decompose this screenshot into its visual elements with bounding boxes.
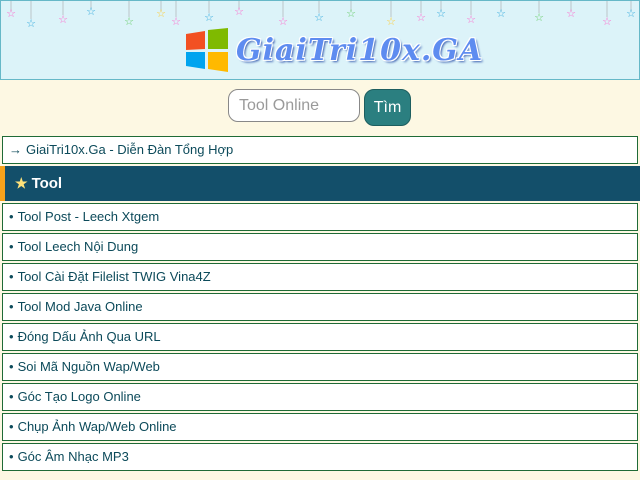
svg-text:☆: ☆ [496,7,506,20]
list-item-label[interactable]: Tool Mod Java Online [18,299,143,314]
list-item[interactable]: • Góc Tạo Logo Online [2,383,638,411]
bullet-icon: • [9,419,14,434]
site-logo[interactable]: GiaiTri10x.GA [184,25,483,75]
svg-text:☆: ☆ [416,11,426,24]
bullet-icon: • [9,269,14,284]
svg-text:☆: ☆ [26,17,36,30]
windows-logo-icon [186,28,228,72]
svg-text:☆: ☆ [6,7,16,20]
logo-text: GiaiTri10x.GA [236,32,484,68]
star-icon: ★ [15,175,28,191]
bullet-icon: • [9,239,14,254]
svg-text:☆: ☆ [314,11,324,24]
right-arrow-icon: → [9,142,22,157]
list-item-label[interactable]: Soi Mã Nguồn Wap/Web [18,359,160,374]
breadcrumb[interactable]: → GiaiTri10x.Ga - Diễn Đàn Tổng Hợp [2,136,638,164]
list-item[interactable]: • Chụp Ảnh Wap/Web Online [2,413,638,441]
search-input[interactable] [228,89,360,122]
list-item[interactable]: • Đóng Dấu Ảnh Qua URL [2,323,638,351]
section-title: Tool [31,175,63,192]
bullet-icon: • [9,329,14,344]
list-item-label[interactable]: Góc Âm Nhạc MP3 [18,449,129,464]
svg-text:☆: ☆ [86,5,96,18]
bullet-icon: • [9,449,14,464]
bullet-icon: • [9,359,14,374]
list-item[interactable]: • Tool Cài Đặt Filelist TWIG Vina4Z [2,263,638,291]
svg-text:☆: ☆ [566,7,576,20]
breadcrumb-link[interactable]: GiaiTri10x.Ga - Diễn Đàn Tổng Hợp [26,142,233,157]
site-header: ☆ ☆ ☆ ☆ ☆ ☆ ☆ ☆ ☆ ☆ ☆ ☆ ☆ ☆ ☆ ☆ ☆ ☆ ☆ ☆ … [0,0,640,80]
list-item-label[interactable]: Tool Cài Đặt Filelist TWIG Vina4Z [18,269,211,284]
list-item-label[interactable]: Chụp Ảnh Wap/Web Online [18,419,177,434]
bullet-icon: • [9,209,14,224]
list-item-label[interactable]: Tool Post - Leech Xtgem [18,209,160,224]
svg-text:☆: ☆ [124,15,134,28]
list-item-label[interactable]: Góc Tạo Logo Online [18,389,141,404]
svg-text:☆: ☆ [346,7,356,20]
svg-text:☆: ☆ [234,5,244,18]
bullet-icon: • [9,389,14,404]
svg-text:☆: ☆ [58,13,68,26]
search-bar: Tìm [0,80,640,134]
list-item[interactable]: • Tool Mod Java Online [2,293,638,321]
svg-text:☆: ☆ [626,7,636,20]
svg-text:☆: ☆ [436,7,446,20]
list-item[interactable]: • Tool Post - Leech Xtgem [2,203,638,231]
svg-text:☆: ☆ [534,11,544,24]
svg-text:☆: ☆ [171,15,181,28]
list-item-label[interactable]: Tool Leech Nội Dung [18,239,139,254]
section-header: ★ Tool [0,166,640,201]
list-item[interactable]: • Tool Leech Nội Dung [2,233,638,261]
list-item-label[interactable]: Đóng Dấu Ảnh Qua URL [18,329,161,344]
list-item[interactable]: • Soi Mã Nguồn Wap/Web [2,353,638,381]
svg-text:☆: ☆ [156,7,166,20]
list-item[interactable]: • Góc Âm Nhạc MP3 [2,443,638,471]
svg-text:☆: ☆ [204,11,214,24]
bullet-icon: • [9,299,14,314]
svg-text:☆: ☆ [602,15,612,28]
search-button[interactable]: Tìm [364,89,411,126]
